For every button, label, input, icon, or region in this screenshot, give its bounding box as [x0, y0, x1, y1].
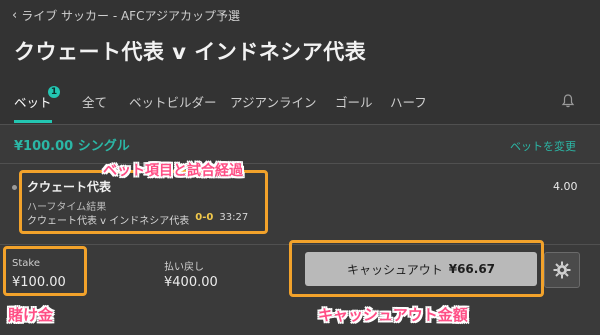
active-tab-indicator: [14, 120, 52, 123]
tab-bar: ベット 全て ベットビルダー アジアンライン ゴール ハーフ: [0, 86, 600, 124]
tab-bet-builder[interactable]: ベットビルダー: [129, 92, 217, 111]
annotation-stake: 賭け金: [8, 306, 54, 324]
tab-all[interactable]: 全て: [82, 92, 107, 111]
stake-highlight: [3, 246, 87, 296]
divider: [0, 163, 600, 164]
cashout-settings-button[interactable]: [544, 252, 580, 288]
bell-icon[interactable]: [560, 93, 576, 109]
odds-value: 4.00: [553, 180, 578, 193]
tab-asian-line[interactable]: アジアンライン: [230, 92, 317, 111]
chevron-left-icon[interactable]: ‹: [12, 8, 17, 23]
divider: [0, 124, 600, 125]
gear-icon: [553, 261, 571, 279]
bet-count-badge: 1: [48, 86, 60, 98]
selection-dot-icon: [12, 185, 17, 190]
tab-bet[interactable]: ベット: [14, 92, 52, 111]
breadcrumb-text[interactable]: ライブ サッカー - AFCアジアカップ予選: [21, 7, 240, 24]
annotation-cashout-amount: キャッシュアウト金額: [318, 306, 468, 324]
page-title: クウェート代表 v インドネシア代表: [14, 40, 367, 64]
payout-value: ¥400.00: [164, 275, 218, 290]
payout-label: 払い戻し: [164, 262, 204, 273]
tab-goals[interactable]: ゴール: [335, 92, 373, 111]
change-bet-link[interactable]: ベットを変更: [510, 138, 576, 154]
cashout-highlight: [289, 240, 544, 297]
bet-summary: ¥100.00 シングル: [14, 139, 130, 154]
tab-half[interactable]: ハーフ: [390, 92, 427, 111]
breadcrumb[interactable]: ‹ ライブ サッカー - AFCアジアカップ予選: [12, 7, 240, 24]
annotation-bet-item: ベット項目と試合経過: [103, 163, 243, 179]
